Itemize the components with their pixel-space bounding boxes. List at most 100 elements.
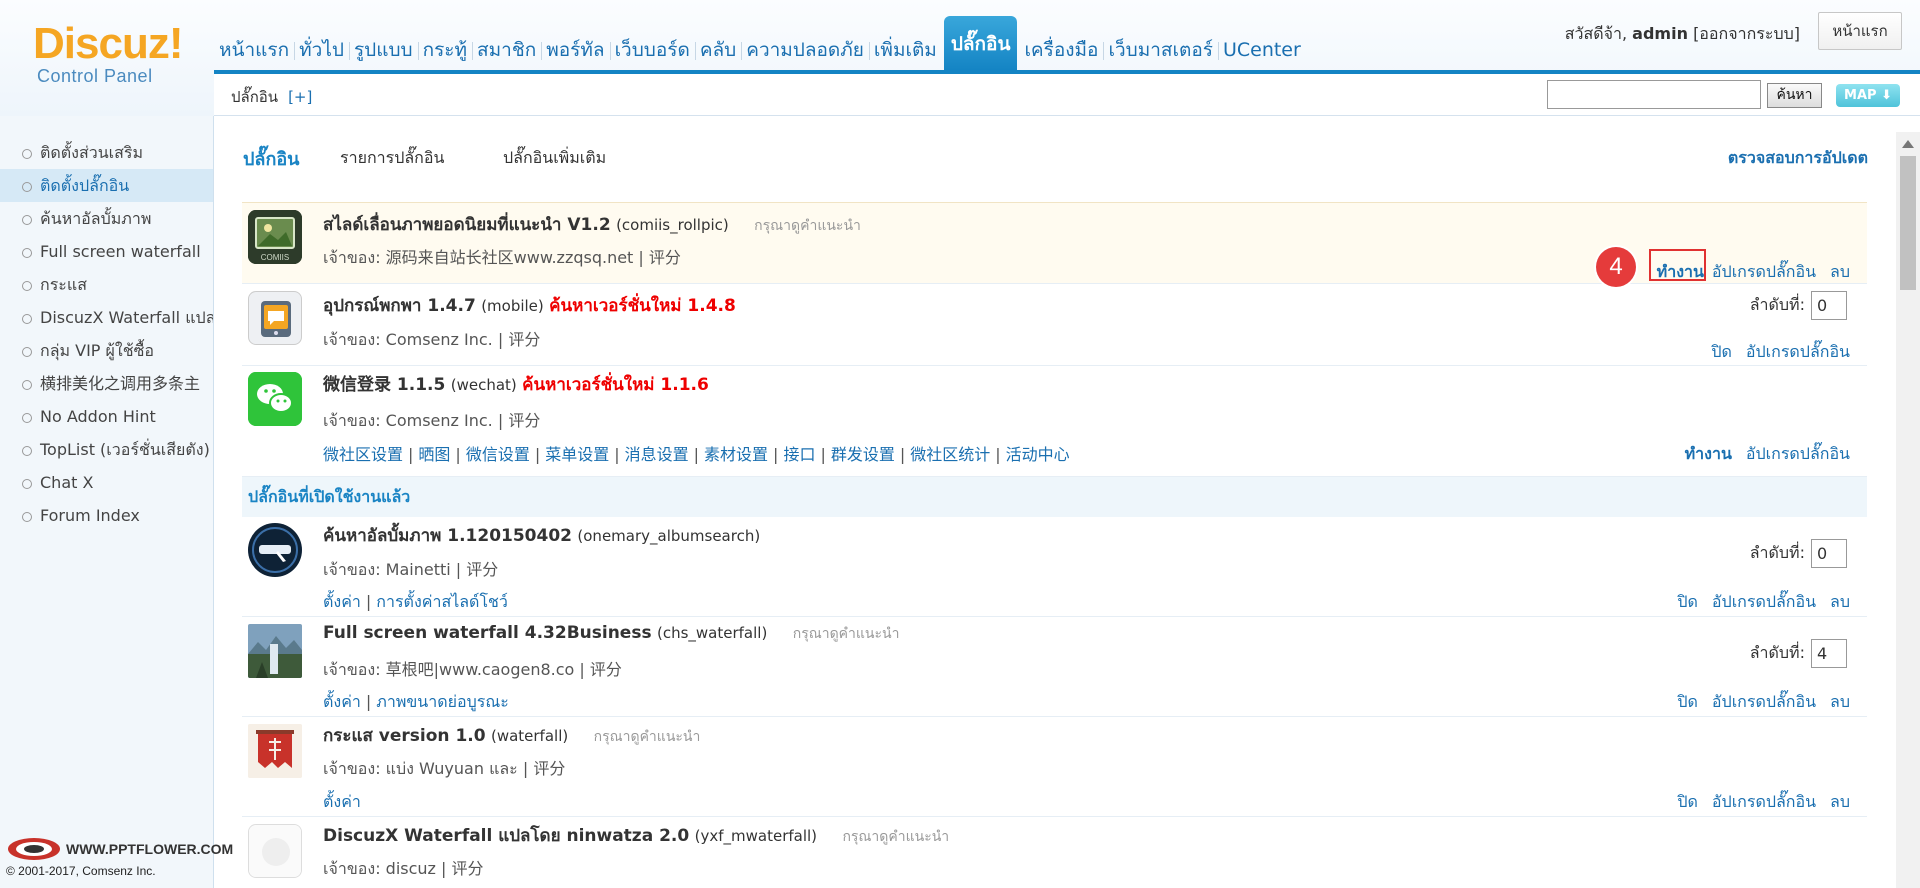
settings-link[interactable]: ตั้งค่า — [323, 692, 361, 711]
nav-portal[interactable]: พอร์ทัล — [541, 30, 609, 70]
tab-more-plugins[interactable]: ปลั๊กอินเพิ่มเติม — [503, 146, 606, 171]
nav-extra[interactable]: เพิ่มเติม — [868, 30, 942, 70]
sidebar-item-no-addon-hint[interactable]: No Addon Hint — [0, 400, 213, 433]
vertical-scrollbar[interactable] — [1896, 132, 1920, 888]
section-enabled-plugins: ปลั๊กอินที่เปิดใช้งานแล้ว — [242, 477, 1867, 517]
waterfall-photo-icon — [248, 624, 302, 678]
plugin-hint[interactable]: กรุณาดูคำแนะนำ — [793, 626, 900, 642]
setting-link[interactable]: 微社区统计 — [910, 445, 990, 464]
nav-webmaster[interactable]: เว็บมาสเตอร์ — [1103, 30, 1217, 70]
enable-button[interactable]: ทำงาน — [1685, 444, 1732, 463]
disable-link[interactable]: ปิด — [1677, 792, 1698, 811]
plugin-author: เจ้าของ: 源码来自站长社区www.zzqsq.net | 评分 — [323, 248, 681, 267]
settings-link[interactable]: ตั้งค่า — [323, 792, 361, 811]
settings-link[interactable]: ตั้งค่า — [323, 592, 361, 611]
order-input[interactable]: 0 — [1811, 539, 1847, 568]
setting-link[interactable]: 群发设置 — [831, 445, 895, 464]
wechat-icon — [248, 372, 302, 426]
nav-members[interactable]: สมาชิก — [472, 30, 541, 70]
disable-link[interactable]: ปิด — [1677, 592, 1698, 611]
nav-style[interactable]: รูปแบบ — [348, 30, 418, 70]
plugin-author: เจ้าของ: แบ่ง Wuyuan และ | 评分 — [323, 759, 566, 778]
tab-plugin-list[interactable]: รายการปลั๊กอิน — [340, 146, 444, 171]
watermark: WWW.PPTFLOWER.COM © 2001-2017, Comsenz I… — [6, 836, 233, 884]
sidebar-item-install-addons[interactable]: ติดตั้งส่วนเสริม — [0, 136, 213, 169]
order-input[interactable]: 0 — [1811, 291, 1847, 320]
plugin-title: 微信登录 1.1.5 (wechat) ค้นหาเวอร์ชั่นใหม่ 1… — [323, 370, 709, 398]
new-version-link[interactable]: ค้นหาเวอร์ชั่นใหม่ 1.1.6 — [522, 375, 709, 395]
plugin-author: เจ้าของ: 草根吧|www.caogen8.co | 评分 — [323, 660, 622, 679]
logo[interactable]: Discuz! Control Panel — [0, 0, 214, 116]
plugin-name: ค้นหาอัลบั้มภาพ 1.120150402 — [323, 526, 572, 546]
setting-link[interactable]: 微信设置 — [466, 445, 530, 464]
upgrade-plugin-link[interactable]: อัปเกรดปลั๊กอิน — [1712, 792, 1816, 811]
order-input[interactable]: 4 — [1811, 639, 1847, 668]
nav-plugins[interactable]: ปลั๊กอิน — [943, 16, 1018, 70]
logo-subtitle: Control Panel — [37, 66, 153, 86]
sidebar-item-vip-group[interactable]: กลุ่ม VIP ผู้ใช้ซื้อ — [0, 334, 213, 367]
plugin-settings-links: ตั้งค่า | การตั้งค่าสไลด์โชว์ — [323, 592, 508, 611]
delete-link[interactable]: ลบ — [1830, 792, 1850, 811]
upgrade-plugin-link[interactable]: อัปเกรดปลั๊กอิน — [1746, 342, 1850, 361]
upgrade-plugin-link[interactable]: อัปเกรดปลั๊กอิน — [1712, 692, 1816, 711]
sidebar-item-forum-index[interactable]: Forum Index — [0, 499, 213, 532]
upgrade-plugin-link[interactable]: อัปเกรดปลั๊กอิน — [1746, 444, 1850, 463]
plugin-hint[interactable]: กรุณาดูคำแนะนำ — [594, 729, 701, 745]
setting-link[interactable]: 活动中心 — [1006, 445, 1070, 464]
sidebar-item-horizontal-beautify[interactable]: 横排美化之调用多条主 — [0, 367, 213, 400]
sidebar-item-install-plugins[interactable]: ติดตั้งปลั๊กอิน — [0, 169, 213, 202]
search-input[interactable] — [1547, 80, 1761, 109]
delete-link[interactable]: ลบ — [1830, 262, 1850, 281]
nav-ucenter[interactable]: UCenter — [1217, 30, 1306, 70]
nav-security[interactable]: ความปลอดภัย — [741, 30, 869, 70]
plugin-title: ค้นหาอัลบั้มภาพ 1.120150402 (onemary_alb… — [323, 522, 760, 549]
slideshow-settings-link[interactable]: การตั้งค่าสไลด์โชว์ — [376, 592, 508, 611]
home-button[interactable]: หน้าแรก — [1818, 12, 1902, 50]
nav-general[interactable]: ทั่วไป — [294, 30, 349, 70]
delete-link[interactable]: ลบ — [1830, 592, 1850, 611]
nav-club[interactable]: คลับ — [694, 30, 741, 70]
check-update-link[interactable]: ตรวจสอบการอัปเดต — [1728, 146, 1868, 171]
nav-tools[interactable]: เครื่องมือ — [1019, 30, 1103, 70]
sidebar-item-waterfall[interactable]: กระแส — [0, 268, 213, 301]
breadcrumb: ปลั๊กอิน [+] — [231, 85, 312, 109]
plugin-hint[interactable]: กรุณาดูคำแนะนำ — [754, 218, 861, 234]
setting-link[interactable]: 菜单设置 — [545, 445, 609, 464]
setting-link[interactable]: 接口 — [783, 445, 815, 464]
sidebar-item-discuzx-waterfall[interactable]: DiscuzX Waterfall แปล — [0, 301, 213, 334]
disable-link[interactable]: ปิด — [1711, 342, 1732, 361]
plugin-author: เจ้าของ: Mainetti | 评分 — [323, 560, 499, 579]
setting-link[interactable]: 素材设置 — [704, 445, 768, 464]
upgrade-plugin-link[interactable]: อัปเกรดปลั๊กอิน — [1712, 262, 1816, 281]
delete-link[interactable]: ลบ — [1830, 692, 1850, 711]
watermark-site: WWW.PPTFLOWER.COM — [66, 841, 234, 857]
thumbnail-restore-link[interactable]: ภาพขนาดย่อบูรณะ — [376, 692, 509, 711]
logout-link[interactable]: [ออกจากระบบ] — [1693, 24, 1800, 43]
nav-home[interactable]: หน้าแรก — [214, 30, 294, 70]
add-shortcut-link[interactable]: [+] — [288, 88, 312, 106]
plugin-tabs: ปลั๊กอิน รายการปลั๊กอิน ปลั๊กอินเพิ่มเติ… — [243, 144, 1868, 174]
search-button[interactable]: ค้นหา — [1767, 83, 1822, 108]
new-version-link[interactable]: ค้นหาเวอร์ชั่นใหม่ 1.4.8 — [549, 296, 736, 316]
upgrade-plugin-link[interactable]: อัปเกรดปลั๊กอิน — [1712, 592, 1816, 611]
disable-link[interactable]: ปิด — [1677, 692, 1698, 711]
scrollbar-thumb[interactable] — [1900, 156, 1916, 290]
svg-text:COMIIS: COMIIS — [261, 253, 289, 262]
scroll-up-arrow-icon[interactable] — [1902, 140, 1914, 148]
plugin-id: (waterfall) — [490, 727, 569, 745]
setting-link[interactable]: 晒图 — [418, 445, 450, 464]
sidebar-item-toplist[interactable]: TopList (เวอร์ชั่นเสียตัง) — [0, 433, 213, 466]
sidebar-item-album-search[interactable]: ค้นหาอัลบั้มภาพ — [0, 202, 213, 235]
setting-link[interactable]: 微社区设置 — [323, 445, 403, 464]
map-button[interactable]: MAP ⬇ — [1836, 84, 1900, 107]
plugin-hint[interactable]: กรุณาดูคำแนะนำ — [842, 829, 949, 845]
sidebar-item-chat-x[interactable]: Chat X — [0, 466, 213, 499]
flower-logo-icon — [8, 838, 60, 860]
nav-forum[interactable]: เว็บบอร์ด — [609, 30, 695, 70]
tab-plugins[interactable]: ปลั๊กอิน — [243, 144, 299, 173]
plugin-settings-links: 微社区设置 | 晒图 | 微信设置 | 菜单设置 | 消息设置 | 素材设置 | 接口 | 群发设置 | 微社区… — [323, 445, 1070, 464]
nav-threads[interactable]: กระทู้ — [417, 30, 472, 70]
sidebar-item-full-screen-waterfall[interactable]: Full screen waterfall — [0, 235, 213, 268]
setting-link[interactable]: 消息设置 — [625, 445, 689, 464]
breadcrumb-current: ปลั๊กอิน — [231, 88, 279, 106]
